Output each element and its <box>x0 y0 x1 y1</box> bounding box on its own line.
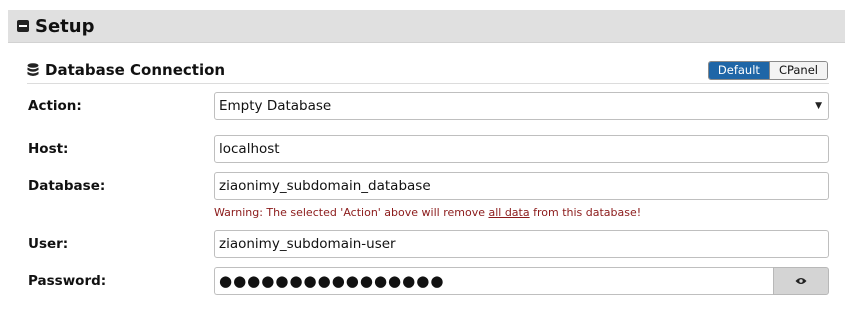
database-row: Database: ziaonimy_subdomain_database <box>28 172 829 200</box>
database-icon <box>27 63 39 77</box>
action-value: Empty Database <box>219 98 332 114</box>
cpanel-mode-button[interactable]: CPanel <box>768 61 827 79</box>
setup-header[interactable]: Setup <box>8 10 845 43</box>
section-header: Database Connection Default CPanel <box>27 57 829 84</box>
password-label: Password: <box>28 273 107 289</box>
show-password-button[interactable] <box>773 267 829 295</box>
database-input[interactable]: ziaonimy_subdomain_database <box>214 172 829 200</box>
host-label: Host: <box>28 141 69 157</box>
warning-emphasis: all data <box>488 206 530 219</box>
password-input[interactable]: ●●●●●●●●●●●●●●●● <box>214 267 773 295</box>
section-title: Database Connection <box>45 61 226 79</box>
connection-mode-toggle: Default CPanel <box>707 60 828 80</box>
database-connection-section: Database Connection Default CPanel <box>27 57 829 84</box>
warning-prefix: Warning: The selected 'Action' above wil… <box>214 206 489 219</box>
collapse-icon[interactable] <box>17 20 29 32</box>
action-row: Action: Empty Database ▼ <box>28 92 829 120</box>
user-row: User: ziaonimy_subdomain-user <box>28 230 829 258</box>
default-mode-button[interactable]: Default <box>708 61 769 79</box>
password-row: Password: ●●●●●●●●●●●●●●●● <box>28 267 829 295</box>
eye-icon <box>795 278 807 284</box>
action-label: Action: <box>28 98 82 114</box>
user-input[interactable]: ziaonimy_subdomain-user <box>214 230 829 258</box>
warning-suffix: from this database! <box>529 206 642 219</box>
chevron-down-icon: ▼ <box>815 101 822 111</box>
host-input[interactable]: localhost <box>214 135 829 163</box>
action-select[interactable]: Empty Database ▼ <box>214 92 829 120</box>
empty-database-warning: Warning: The selected 'Action' above wil… <box>214 206 641 219</box>
host-row: Host: localhost <box>28 135 829 163</box>
setup-title: Setup <box>35 15 95 37</box>
user-label: User: <box>28 236 69 252</box>
database-label: Database: <box>28 178 106 194</box>
